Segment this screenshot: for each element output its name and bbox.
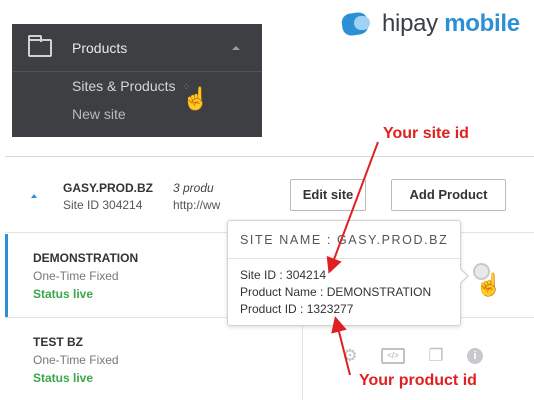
annotation-arrows <box>326 141 379 376</box>
arrow-to-product-id <box>331 316 351 376</box>
annotation-product-id: Your product id <box>359 372 477 389</box>
arrow-to-site-id <box>326 141 379 274</box>
